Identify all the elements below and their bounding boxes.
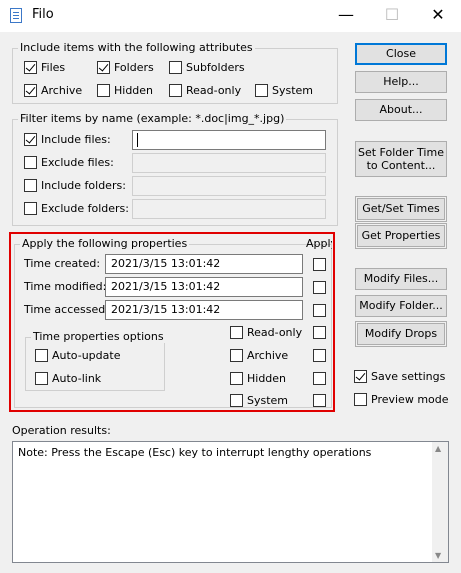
subfolders-label: Subfolders (186, 61, 245, 74)
hidden-filter-checkbox[interactable] (97, 84, 110, 97)
app-icon (10, 8, 22, 23)
filter-group-label: Filter items by name (example: *.doc|img… (18, 112, 287, 125)
get-set-times-button[interactable]: Get/Set Times (355, 196, 447, 222)
apply-system-checkbox[interactable] (313, 394, 326, 407)
hidden-prop-checkbox[interactable] (230, 372, 243, 385)
exclude-files-input[interactable] (132, 153, 326, 173)
modify-files-button[interactable]: Modify Files... (355, 268, 447, 290)
hidden-filter-label: Hidden (114, 84, 154, 97)
system-prop-label: System (247, 394, 289, 407)
set-folder-time-button[interactable]: Set Folder Time to Content... (355, 141, 447, 177)
text-caret (137, 133, 138, 147)
include-folders-input[interactable] (132, 176, 326, 196)
set-folder-time-line1: Set Folder Time (358, 146, 444, 159)
results-box[interactable]: Note: Press the Escape (Esc) key to inte… (12, 441, 449, 563)
apply-time-modified-checkbox[interactable] (313, 281, 326, 294)
readonly-prop-label: Read-only (247, 326, 303, 339)
apply-time-created-checkbox[interactable] (313, 258, 326, 271)
include-files-label: Include files: (41, 133, 111, 146)
properties-group-label: Apply the following properties (20, 237, 190, 250)
save-settings-checkbox[interactable] (354, 370, 367, 383)
hidden-prop-label: Hidden (247, 372, 287, 385)
folders-checkbox[interactable] (97, 61, 110, 74)
modify-drops-button[interactable]: Modify Drops (355, 321, 447, 347)
save-settings-label: Save settings (371, 370, 446, 383)
close-button[interactable]: Close (355, 43, 447, 65)
readonly-prop-checkbox[interactable] (230, 326, 243, 339)
time-created-input[interactable]: 2021/3/15 13:01:42 (105, 254, 303, 274)
readonly-filter-label: Read-only (186, 84, 242, 97)
archive-prop-label: Archive (247, 349, 289, 362)
apply-time-accessed-checkbox[interactable] (313, 304, 326, 317)
preview-mode-label: Preview mode (371, 393, 449, 406)
preview-mode-checkbox[interactable] (354, 393, 367, 406)
readonly-filter-checkbox[interactable] (169, 84, 182, 97)
scroll-down-icon[interactable]: ▼ (435, 551, 441, 560)
modify-folder-button[interactable]: Modify Folder... (355, 295, 447, 317)
subfolders-checkbox[interactable] (169, 61, 182, 74)
exclude-files-label: Exclude files: (41, 156, 114, 169)
attributes-group-label: Include items with the following attribu… (18, 41, 255, 54)
about-button[interactable]: About... (355, 99, 447, 121)
exclude-folders-checkbox[interactable] (24, 202, 37, 215)
title-bar: Filo — ☐ ✕ (0, 0, 461, 32)
auto-link-checkbox[interactable] (35, 372, 48, 385)
auto-update-checkbox[interactable] (35, 349, 48, 362)
system-prop-checkbox[interactable] (230, 394, 243, 407)
help-button[interactable]: Help... (355, 71, 447, 93)
maximize-button[interactable]: ☐ (369, 0, 415, 32)
include-folders-label: Include folders: (41, 179, 126, 192)
exclude-files-checkbox[interactable] (24, 156, 37, 169)
archive-filter-checkbox[interactable] (24, 84, 37, 97)
minimize-button[interactable]: — (323, 0, 369, 32)
system-filter-checkbox[interactable] (255, 84, 268, 97)
apply-hidden-checkbox[interactable] (313, 372, 326, 385)
time-modified-label: Time modified: (24, 280, 107, 293)
include-files-checkbox[interactable] (24, 133, 37, 146)
apply-column-header: Apply (306, 237, 332, 250)
set-folder-time-line2: to Content... (366, 159, 436, 172)
results-scrollbar[interactable]: ▲ ▼ (432, 442, 448, 562)
time-accessed-label: Time accessed: (24, 303, 109, 316)
exclude-folders-label: Exclude folders: (41, 202, 129, 215)
results-text: Note: Press the Escape (Esc) key to inte… (18, 446, 372, 459)
results-label: Operation results: (12, 424, 111, 437)
time-modified-input[interactable]: 2021/3/15 13:01:42 (105, 277, 303, 297)
archive-filter-label: Archive (41, 84, 83, 97)
apply-archive-checkbox[interactable] (313, 349, 326, 362)
time-options-label: Time properties options (31, 330, 166, 343)
files-checkbox[interactable] (24, 61, 37, 74)
include-folders-checkbox[interactable] (24, 179, 37, 192)
auto-update-label: Auto-update (52, 349, 121, 362)
apply-readonly-checkbox[interactable] (313, 326, 326, 339)
get-properties-button[interactable]: Get Properties (355, 223, 447, 249)
scroll-up-icon[interactable]: ▲ (435, 444, 441, 453)
archive-prop-checkbox[interactable] (230, 349, 243, 362)
auto-link-label: Auto-link (52, 372, 102, 385)
include-files-input[interactable] (132, 130, 326, 150)
files-label: Files (41, 61, 66, 74)
close-window-button[interactable]: ✕ (415, 0, 461, 32)
folders-label: Folders (114, 61, 154, 74)
time-accessed-input[interactable]: 2021/3/15 13:01:42 (105, 300, 303, 320)
time-created-label: Time created: (24, 257, 101, 270)
window-title: Filo (32, 7, 54, 22)
system-filter-label: System (272, 84, 314, 97)
exclude-folders-input[interactable] (132, 199, 326, 219)
